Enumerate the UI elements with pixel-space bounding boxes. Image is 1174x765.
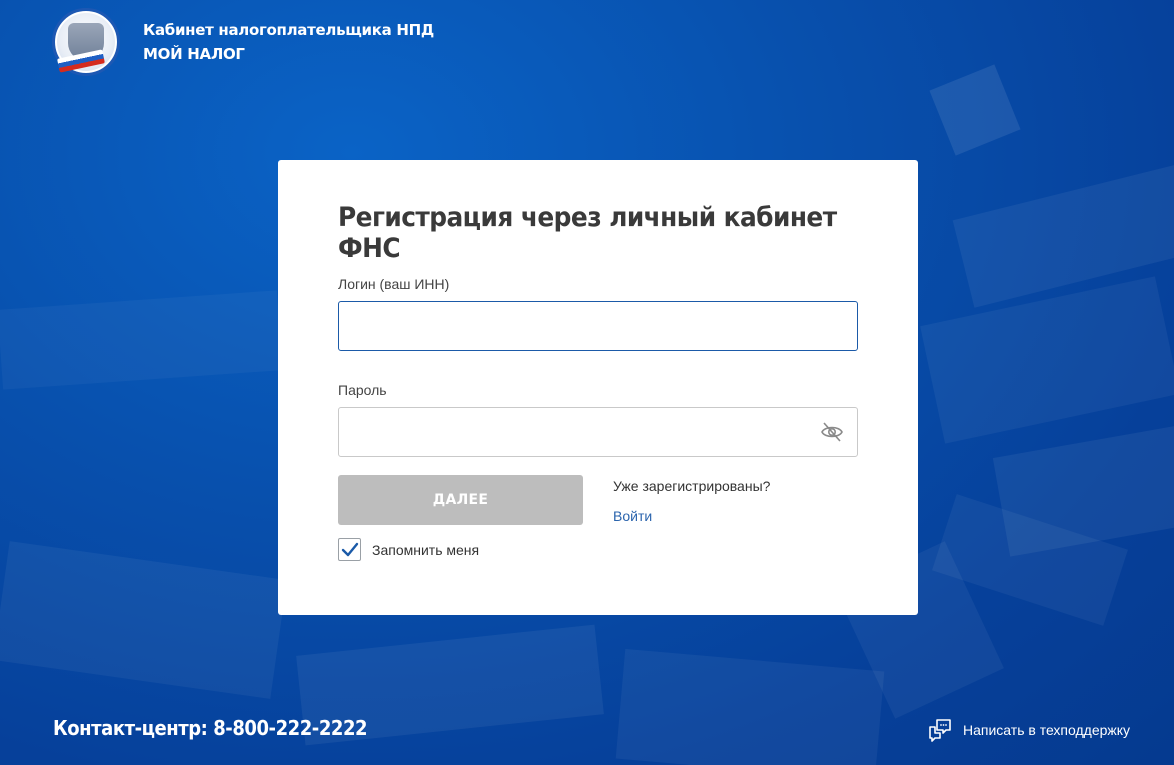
registration-card: Регистрация через личный кабинет ФНС Лог…	[278, 160, 918, 615]
login-link[interactable]: Войти	[613, 508, 652, 524]
background-shard	[920, 276, 1174, 444]
support-link[interactable]: Написать в техподдержку	[928, 718, 1130, 742]
support-label: Написать в техподдержку	[963, 722, 1131, 738]
remember-me[interactable]: Запомнить меня	[338, 538, 479, 561]
background-shard	[0, 541, 287, 699]
eye-off-icon[interactable]	[820, 421, 844, 443]
brand-title-line1: Кабинет налогоплательщика НПД	[143, 21, 434, 39]
remember-label: Запомнить меня	[372, 541, 480, 558]
checkmark-icon	[341, 542, 358, 556]
chat-icon	[929, 719, 951, 742]
login-label: Логин (ваш ИНН)	[338, 276, 450, 292]
background-shard	[0, 290, 283, 390]
already-registered-text: Уже зарегистрированы?	[613, 478, 771, 494]
brand-title-line2: МОЙ НАЛОГ	[143, 45, 245, 63]
brand-title[interactable]: Кабинет налогоплательщика НПД МОЙ НАЛОГ	[143, 18, 434, 66]
background-shard	[615, 648, 885, 765]
login-input[interactable]	[338, 301, 858, 351]
remember-checkbox[interactable]	[338, 538, 361, 561]
next-button[interactable]: ДАЛЕЕ	[338, 475, 583, 525]
form-title: Регистрация через личный кабинет ФНС	[338, 202, 837, 264]
password-label: Пароль	[338, 382, 387, 398]
contact-center: Контакт-центр: 8-800-222-2222	[53, 716, 368, 740]
password-input[interactable]	[338, 407, 858, 457]
background-shard	[929, 64, 1021, 156]
